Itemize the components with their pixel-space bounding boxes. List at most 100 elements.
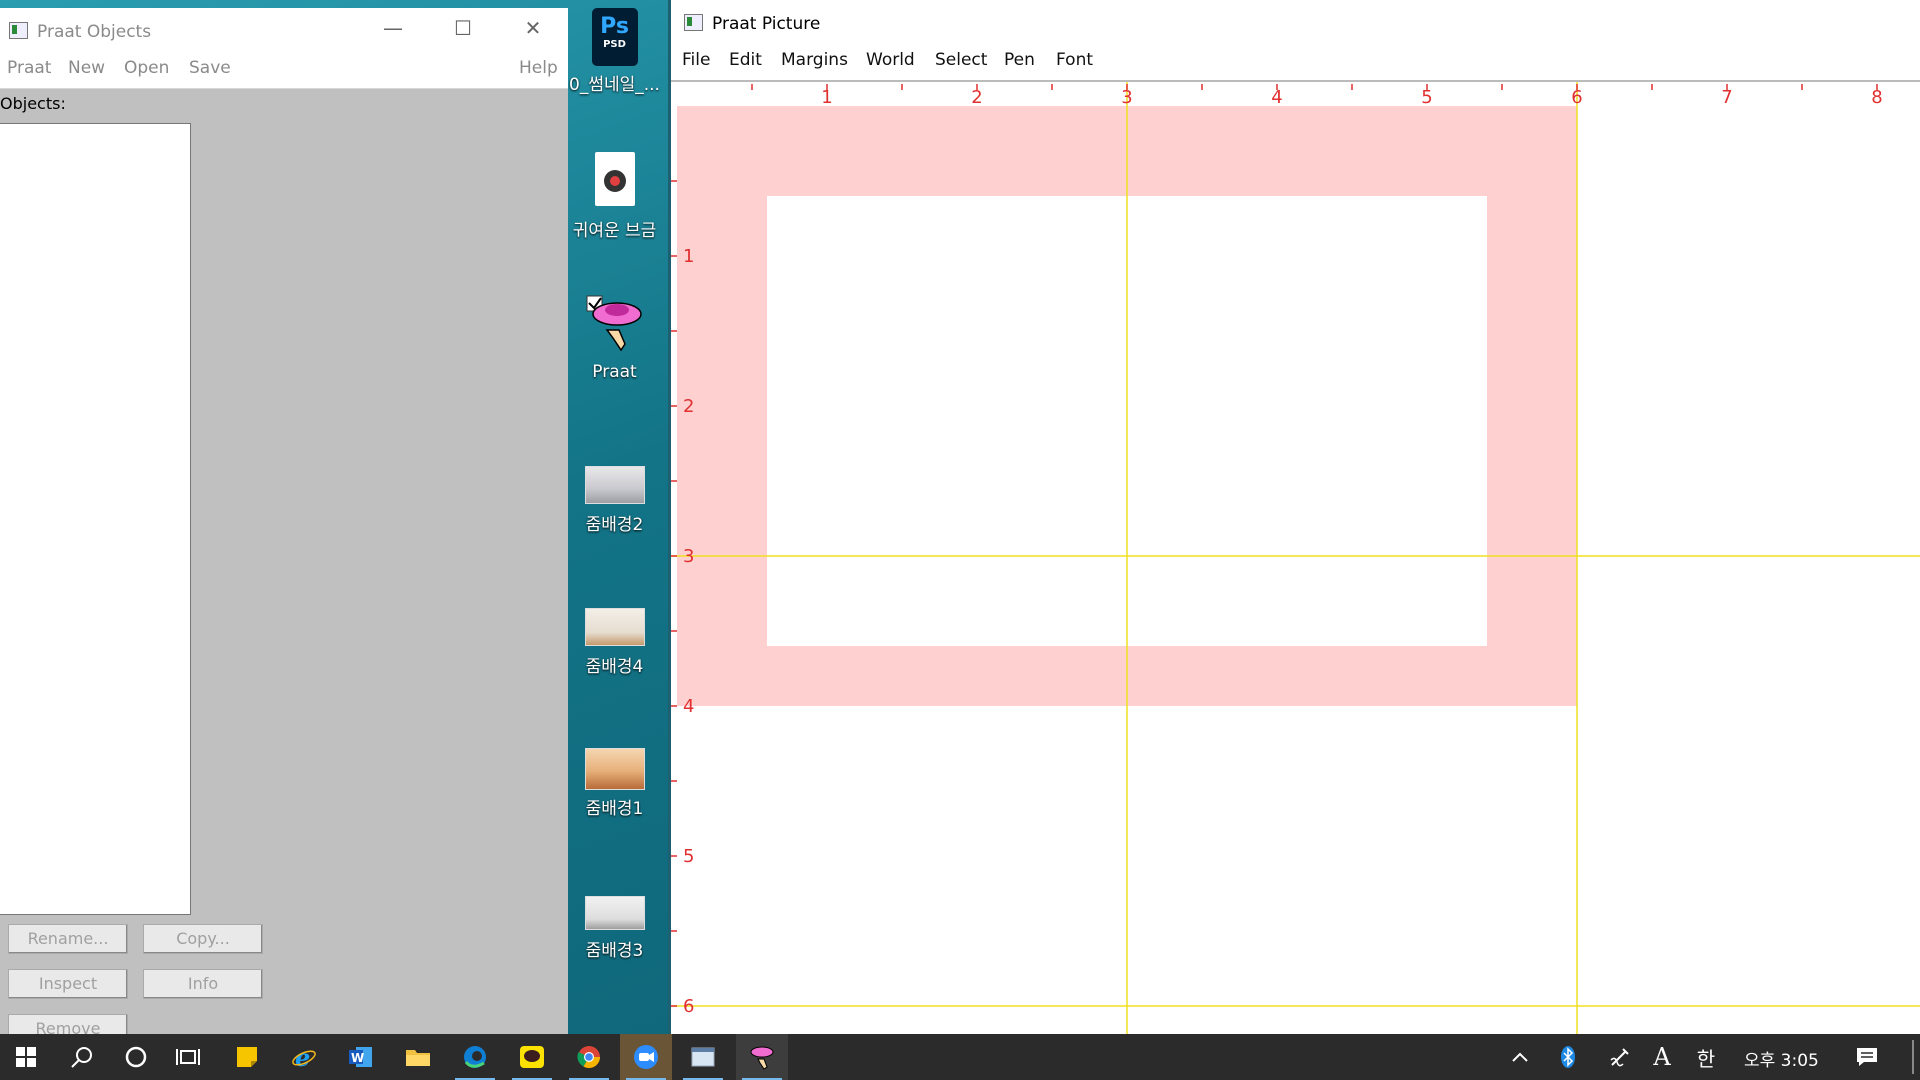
notification-icon — [1857, 1048, 1877, 1066]
task-view-icon — [176, 1049, 200, 1065]
start-button[interactable] — [0, 1034, 52, 1080]
desktop-icon-label: 귀여운 브금 — [572, 221, 657, 241]
show-desktop-button[interactable] — [1912, 1040, 1914, 1074]
file-explorer-button[interactable] — [392, 1034, 444, 1080]
kakaotalk-button[interactable] — [506, 1034, 558, 1080]
desktop-icon-label: 줌배경1 — [585, 799, 644, 819]
zoom-button[interactable] — [620, 1034, 672, 1080]
ruler-x-label: 2 — [971, 87, 982, 108]
chrome-button[interactable] — [563, 1034, 615, 1080]
action-center-button[interactable] — [1844, 1034, 1890, 1080]
ruler-y-label: 5 — [683, 846, 694, 867]
objects-title-bar[interactable]: Praat Objects — ☐ ✕ — [0, 8, 568, 48]
picture-menu-bar: File Edit Margins World Select Pen Font — [671, 44, 1920, 80]
taskbar: e W A 한 오후 3:05 — [0, 1034, 1920, 1080]
praat-taskbar-button[interactable] — [736, 1034, 788, 1080]
ruler-x-label: 6 — [1571, 87, 1582, 108]
desktop-icon-praat[interactable]: Praat — [568, 294, 661, 382]
praat-app-icon — [585, 294, 645, 358]
praat-window-icon — [9, 22, 28, 39]
ime-mode-indicator[interactable]: A — [1642, 1034, 1682, 1080]
inspect-button[interactable]: Inspect — [8, 969, 128, 999]
pen-tray-button[interactable] — [1600, 1034, 1640, 1080]
desktop-icon-zoom-bg4[interactable]: 줌배경4 — [568, 608, 661, 677]
remove-button[interactable]: Remove — [8, 1014, 128, 1036]
praat-objects-window: Praat Objects — ☐ ✕ Praat New Open Save … — [0, 8, 568, 1036]
rename-button[interactable]: Rename... — [8, 924, 128, 954]
menu-font[interactable]: Font — [1056, 50, 1093, 70]
edge-button[interactable] — [449, 1034, 501, 1080]
psd-badge-top: Ps — [600, 14, 629, 39]
menu-margins[interactable]: Margins — [781, 50, 848, 70]
desktop-icon-music[interactable]: 귀여운 브금 — [568, 152, 661, 241]
info-button[interactable]: Info — [143, 969, 263, 999]
menu-file[interactable]: File — [682, 50, 710, 70]
sticky-notes-button[interactable] — [221, 1034, 273, 1080]
desktop-icon-zoom-bg3[interactable]: 줌배경3 — [568, 896, 661, 961]
close-button[interactable]: ✕ — [498, 8, 568, 48]
desktop-icon-zoom-bg1[interactable]: 줌배경1 — [568, 748, 661, 819]
ruler-x-label: 7 — [1721, 87, 1732, 108]
file-explorer-icon — [406, 1050, 430, 1066]
window-title: Praat Objects — [37, 22, 152, 42]
start-icon — [16, 1047, 36, 1067]
show-hidden-icons-button[interactable] — [1500, 1034, 1540, 1080]
ruler-x-label: 4 — [1271, 87, 1282, 108]
menu-edit[interactable]: Edit — [729, 50, 762, 70]
desktop-icon-label: 줌배경4 — [585, 657, 644, 677]
ruler-y-label: 4 — [683, 696, 694, 717]
desktop-icon-label: 0_썸네일_... — [569, 75, 660, 95]
picture-canvas-area[interactable]: 1 2 3 4 5 6 7 8 1 2 3 4 5 6 — [671, 80, 1920, 1036]
objects-menu-bar: Praat New Open Save Help — [0, 48, 568, 89]
window-app-icon — [691, 1047, 715, 1067]
image-thumbnail-icon — [584, 466, 645, 504]
copy-button[interactable]: Copy... — [143, 924, 263, 954]
menu-select[interactable]: Select — [935, 50, 987, 70]
window-app-button[interactable] — [677, 1034, 729, 1080]
ime-language-indicator[interactable]: 한 — [1686, 1034, 1726, 1080]
ruler-x-label: 8 — [1871, 87, 1882, 108]
desktop-icon-label: Praat — [592, 362, 637, 382]
ruler-y-label: 1 — [683, 246, 694, 267]
word-button[interactable]: W — [335, 1034, 387, 1080]
praat-window-icon — [684, 14, 703, 31]
menu-help[interactable]: Help — [519, 58, 558, 78]
cortana-icon — [125, 1046, 147, 1068]
clock[interactable]: 오후 3:05 — [1744, 1046, 1819, 1071]
psd-badge-bottom: PSD — [603, 39, 626, 50]
menu-new[interactable]: New — [68, 58, 105, 78]
ruler-x-label: 3 — [1121, 87, 1132, 108]
word-icon: W — [349, 1047, 372, 1067]
menu-world[interactable]: World — [866, 50, 915, 70]
image-thumbnail-icon — [584, 608, 645, 646]
desktop-icon-label: 줌배경3 — [585, 941, 644, 961]
chevron-up-icon — [1512, 1052, 1528, 1062]
kakaotalk-icon — [520, 1046, 544, 1068]
bluetooth-tray-button[interactable] — [1548, 1034, 1588, 1080]
desktop-icon-label: 줌배경2 — [585, 515, 644, 535]
cortana-button[interactable] — [110, 1034, 162, 1080]
menu-open[interactable]: Open — [124, 58, 169, 78]
maximize-button[interactable]: ☐ — [428, 8, 498, 48]
bluetooth-icon — [1561, 1046, 1575, 1068]
search-button[interactable] — [56, 1034, 108, 1080]
desktop-icon-psd[interactable]: Ps PSD 0_썸네일_... — [568, 8, 661, 95]
praat-picture-window: Praat Picture File Edit Margins World Se… — [668, 0, 1920, 1034]
menu-save[interactable]: Save — [189, 58, 231, 78]
minimize-button[interactable]: — — [358, 8, 428, 48]
internet-explorer-button[interactable]: e — [278, 1034, 330, 1080]
picture-title-bar[interactable]: Praat Picture — [671, 0, 1920, 44]
ruler-x-label: 5 — [1421, 87, 1432, 108]
objects-list[interactable] — [0, 123, 191, 915]
zoom-icon — [634, 1045, 658, 1069]
picture-canvas[interactable]: 1 2 3 4 5 6 7 8 1 2 3 4 5 6 — [671, 82, 1920, 1034]
menu-pen[interactable]: Pen — [1004, 50, 1035, 70]
menu-praat[interactable]: Praat — [7, 58, 51, 78]
task-view-button[interactable] — [162, 1034, 214, 1080]
objects-label: Objects: — [0, 94, 66, 113]
desktop-icon-zoom-bg2[interactable]: 줌배경2 — [568, 466, 661, 535]
edge-icon — [464, 1046, 486, 1068]
ruler-x-label: 1 — [821, 87, 832, 108]
ruler-y-label: 3 — [683, 546, 694, 567]
sticky-notes-icon — [237, 1047, 257, 1067]
